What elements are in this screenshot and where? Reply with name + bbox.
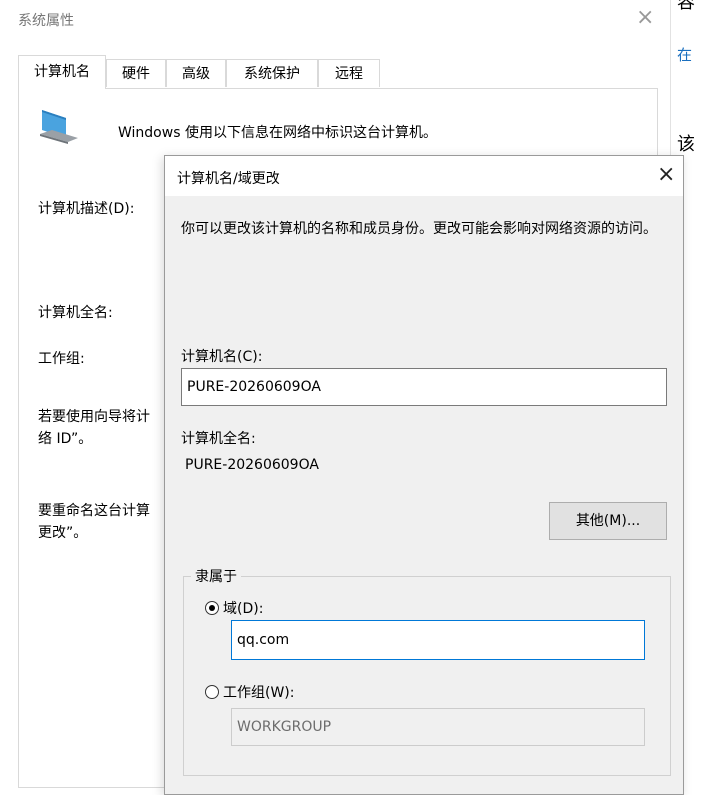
tab-remote[interactable]: 远程 xyxy=(318,59,380,87)
tab-system-protection[interactable]: 系统保护 xyxy=(226,59,318,87)
domain-radio-label: 域(D): xyxy=(223,601,264,617)
workgroup-radio-label: 工作组(W): xyxy=(223,685,295,701)
background-text: 该 xyxy=(677,134,695,155)
computer-icon xyxy=(40,110,78,144)
background-text: 容 xyxy=(677,0,695,13)
close-icon[interactable]: × xyxy=(636,4,654,32)
window-title: 系统属性 xyxy=(18,13,74,29)
radio-selected-icon[interactable] xyxy=(205,601,219,615)
dialog-description: 你可以更改该计算机的名称和成员身份。更改可能会影响对网络资源的访问。 xyxy=(181,221,657,237)
full-computer-name-label: 计算机全名: xyxy=(181,431,256,447)
workgroup-radio-option[interactable]: 工作组(W): xyxy=(205,682,294,702)
close-icon[interactable]: × xyxy=(657,162,675,188)
background-link[interactable]: 在 xyxy=(677,44,692,65)
tab-strip: 计算机名 硬件 高级 系统保护 远程 xyxy=(18,55,658,91)
full-computer-name-value: PURE-20260609OA xyxy=(185,457,319,473)
workgroup-input[interactable] xyxy=(231,708,645,746)
computer-name-label: 计算机名(C): xyxy=(181,349,263,365)
more-button[interactable]: 其他(M)... xyxy=(549,502,667,540)
rename-text-line2: 更改”。 xyxy=(38,525,88,541)
dialog-title: 计算机名/域更改 xyxy=(177,171,280,187)
radio-unselected-icon[interactable] xyxy=(205,685,219,699)
member-of-legend: 隶属于 xyxy=(191,566,241,586)
workgroup-label: 工作组: xyxy=(38,351,85,367)
domain-input[interactable] xyxy=(231,620,645,660)
wizard-text-line1: 若要使用向导将计 xyxy=(38,409,150,425)
full-name-label: 计算机全名: xyxy=(38,305,113,321)
computer-name-dialog: 计算机名/域更改 × 你可以更改该计算机的名称和成员身份。更改可能会影响对网络资… xyxy=(164,155,684,795)
tab-computer-name[interactable]: 计算机名 xyxy=(18,55,106,89)
domain-radio-option[interactable]: 域(D): xyxy=(205,598,263,618)
tab-advanced[interactable]: 高级 xyxy=(166,59,226,87)
computer-name-input[interactable] xyxy=(181,368,667,406)
rename-text-line1: 要重命名这台计算 xyxy=(38,503,150,519)
description-label: 计算机描述(D): xyxy=(38,201,135,217)
dialog-titlebar[interactable]: 计算机名/域更改 × xyxy=(165,156,683,196)
intro-text: Windows 使用以下信息在网络中标识这台计算机。 xyxy=(118,125,437,141)
wizard-text-line2: 络 ID”。 xyxy=(38,431,93,447)
tab-hardware[interactable]: 硬件 xyxy=(106,59,166,87)
